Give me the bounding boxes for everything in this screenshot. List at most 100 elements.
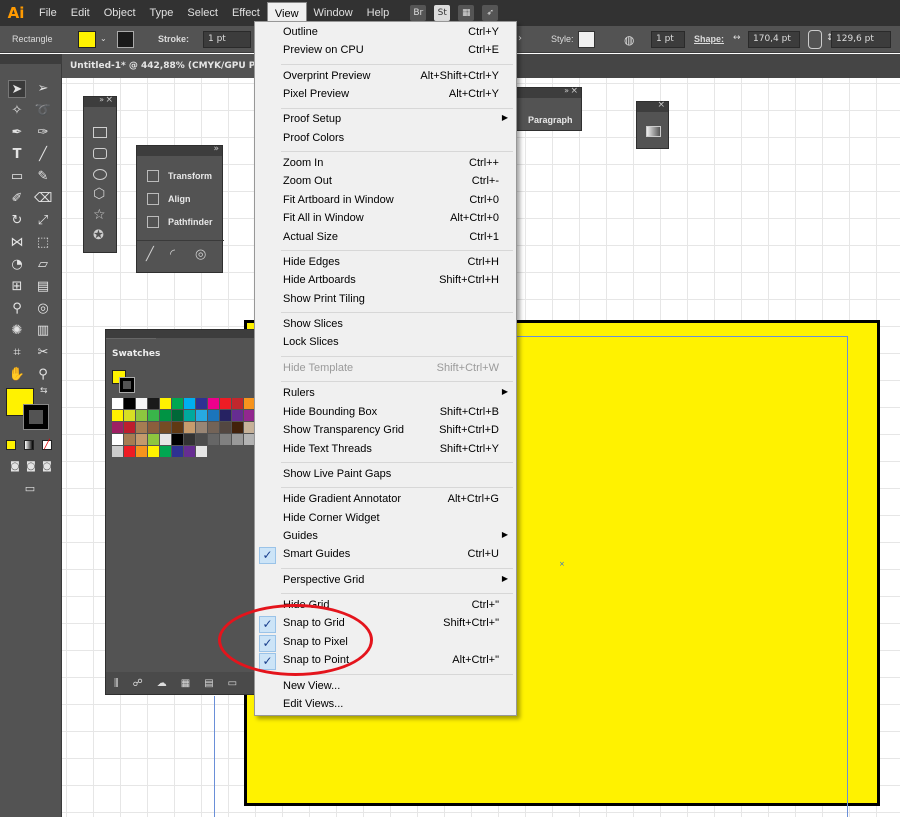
lasso-tool-icon[interactable]: ➰ (34, 102, 52, 120)
polygon-icon[interactable]: ⬡ (93, 186, 105, 202)
color-swatch[interactable] (172, 422, 183, 433)
menu-type[interactable]: Type (143, 2, 181, 24)
height-input[interactable]: 129,6 pt (831, 31, 891, 48)
close-icon[interactable]: × (105, 95, 113, 105)
slice-tool-icon[interactable]: ✂ (34, 344, 52, 362)
color-swatch[interactable] (196, 434, 207, 445)
rectangle-tool-icon[interactable]: ▭ (8, 168, 26, 186)
line-tool-icon[interactable]: ╱ (34, 146, 52, 164)
swatch-kind-icon[interactable]: ☍ (133, 678, 143, 689)
color-swatch[interactable] (124, 410, 135, 421)
color-swatch[interactable] (220, 422, 231, 433)
stroke-weight-input[interactable]: 1 pt (203, 31, 251, 48)
width-tool-icon[interactable]: ⋈ (8, 234, 26, 252)
color-swatch[interactable] (136, 446, 147, 457)
color-swatch[interactable] (184, 410, 195, 421)
menu-item-show-print-tiling[interactable]: Show Print Tiling (255, 291, 516, 309)
color-swatch[interactable] (148, 446, 159, 457)
color-swatch[interactable] (124, 398, 135, 409)
swap-fill-stroke-icon[interactable]: ⇆ (40, 386, 48, 396)
arc-icon[interactable]: ◜ (170, 247, 175, 262)
menu-item-outline[interactable]: Outline Ctrl+Y (255, 24, 516, 42)
color-swatch[interactable] (196, 422, 207, 433)
panel-tab-paragraph[interactable]: Paragraph (517, 108, 581, 131)
color-swatch[interactable] (172, 410, 183, 421)
menu-item-zoom-in[interactable]: Zoom In Ctrl++ (255, 155, 516, 173)
menu-file[interactable]: File (32, 2, 64, 24)
hand-tool-icon[interactable]: ✋ (8, 366, 26, 384)
menu-item-hide-edges[interactable]: Hide Edges Ctrl+H (255, 254, 516, 272)
magic-wand-tool-icon[interactable]: ✧ (8, 102, 26, 120)
mesh-tool-icon[interactable]: ⊞ (8, 278, 26, 296)
gradient-icon[interactable] (646, 126, 661, 137)
menu-item-show-live-paint-gaps[interactable]: Show Live Paint Gaps (255, 466, 516, 484)
workspace-switcher-icon[interactable]: ▦ (458, 5, 475, 21)
color-swatch[interactable] (124, 446, 135, 457)
stroke-type-input[interactable]: 1 pt (651, 31, 685, 48)
color-swatch[interactable] (232, 434, 243, 445)
color-mode-icon[interactable] (6, 440, 16, 450)
chevron-right-icon[interactable]: › (518, 33, 522, 44)
width-input[interactable]: 170,4 pt (748, 31, 800, 48)
color-swatch[interactable] (160, 446, 171, 457)
panel-tab-swatches[interactable]: Swatches (106, 338, 160, 368)
menu-item-pixel-preview[interactable]: Pixel Preview Alt+Ctrl+Y (255, 86, 516, 104)
color-swatch[interactable] (124, 434, 135, 445)
color-swatch[interactable] (172, 446, 183, 457)
stroke-color-box[interactable] (23, 404, 49, 430)
ellipse-icon[interactable] (93, 169, 107, 180)
blend-tool-icon[interactable]: ◎ (34, 300, 52, 318)
scale-tool-icon[interactable]: ⤢ (34, 212, 52, 230)
pen-tool-icon[interactable]: ✒ (8, 124, 26, 142)
swatch-grid[interactable] (112, 398, 255, 457)
free-transform-tool-icon[interactable]: ⬚ (34, 234, 52, 252)
shape-builder-tool-icon[interactable]: ◔ (8, 256, 26, 274)
screen-mode-icon[interactable]: ▭ (21, 480, 39, 498)
color-swatch[interactable] (148, 422, 159, 433)
color-swatch[interactable] (136, 410, 147, 421)
color-swatch[interactable] (172, 398, 183, 409)
color-swatch[interactable] (184, 434, 195, 445)
constrain-proportions-icon[interactable] (808, 30, 822, 49)
color-swatch[interactable] (208, 422, 219, 433)
menu-item-hide-gradient-annotator[interactable]: Hide Gradient Annotator Alt+Ctrl+G (255, 491, 516, 509)
color-swatch[interactable] (112, 398, 123, 409)
eyedropper-tool-icon[interactable]: ⚲ (8, 300, 26, 318)
color-swatch[interactable] (208, 410, 219, 421)
color-swatch[interactable] (184, 422, 195, 433)
color-swatch[interactable] (124, 422, 135, 433)
shaper-tool-icon[interactable]: ✐ (8, 190, 26, 208)
color-swatch[interactable] (172, 434, 183, 445)
menu-select[interactable]: Select (180, 2, 225, 24)
menu-item-proof-setup[interactable]: Proof Setup ▶ (255, 111, 516, 129)
color-swatch[interactable] (160, 398, 171, 409)
color-swatch[interactable] (232, 398, 243, 409)
new-color-group-icon[interactable]: ▦ (181, 678, 190, 689)
color-swatch[interactable] (112, 434, 123, 445)
symbol-sprayer-tool-icon[interactable]: ✺ (8, 322, 26, 340)
panel-tab-transform[interactable]: Transform (137, 164, 222, 187)
menu-item-overprint-preview[interactable]: Overprint Preview Alt+Shift+Ctrl+Y (255, 68, 516, 86)
menu-item-fit-artboard[interactable]: Fit Artboard in Window Ctrl+0 (255, 192, 516, 210)
color-swatch[interactable] (148, 398, 159, 409)
color-swatch[interactable] (136, 398, 147, 409)
swatch-libraries-icon[interactable]: ⫼ (114, 678, 119, 689)
color-swatch[interactable] (208, 398, 219, 409)
menu-item-zoom-out[interactable]: Zoom Out Ctrl+- (255, 173, 516, 191)
color-swatch[interactable] (196, 446, 207, 457)
close-icon[interactable]: × (657, 100, 665, 110)
spiral-icon[interactable]: ◎ (195, 247, 206, 262)
menu-item-proof-colors[interactable]: Proof Colors (255, 130, 516, 148)
color-swatch[interactable] (160, 422, 171, 433)
menu-item-hide-text-threads[interactable]: Hide Text Threads Shift+Ctrl+Y (255, 441, 516, 459)
gpu-performance-icon[interactable]: ➶ (482, 5, 499, 21)
rectangle-icon[interactable] (93, 127, 107, 138)
menu-item-new-view[interactable]: New View... (255, 678, 516, 696)
flare-icon[interactable]: ✪ (93, 228, 104, 243)
panel-tab-align[interactable]: Align (137, 187, 222, 210)
color-swatch[interactable] (196, 410, 207, 421)
color-swatch[interactable] (184, 446, 195, 457)
collapse-icon[interactable]: » (99, 95, 104, 104)
gradient-tool-icon[interactable]: ▤ (34, 278, 52, 296)
color-swatch[interactable] (220, 398, 231, 409)
